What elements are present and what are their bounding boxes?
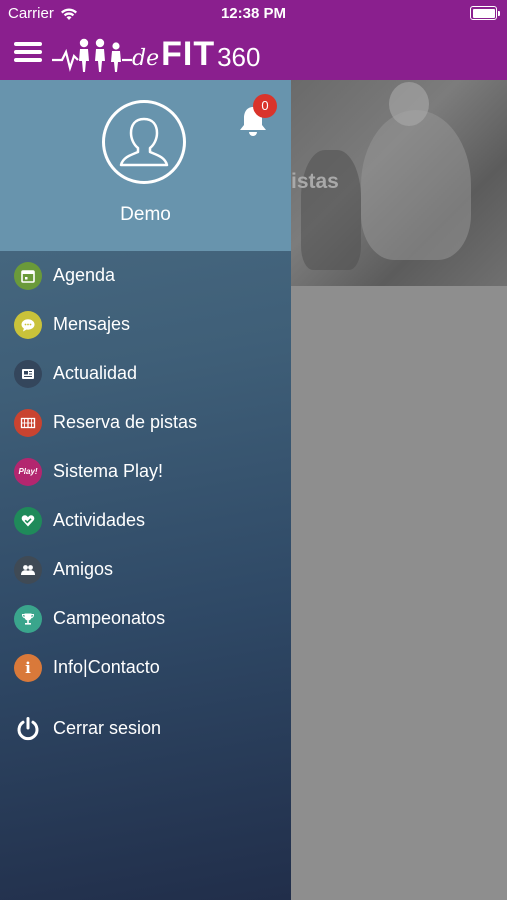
app-logo: de FIT 360 bbox=[52, 34, 260, 74]
menu-item-label: Actualidad bbox=[53, 363, 138, 383]
friends-icon bbox=[14, 555, 42, 584]
menu-item-mensajes[interactable]: Mensajes bbox=[0, 300, 291, 349]
menu-item-label: Sistema Play! bbox=[53, 461, 164, 481]
background-banner-text: istas bbox=[291, 170, 339, 193]
battery-icon bbox=[470, 6, 500, 20]
info-icon: i bbox=[14, 653, 42, 682]
play-icon-text: Play! bbox=[18, 467, 38, 476]
background-content[interactable]: istas bbox=[291, 80, 507, 900]
menu-item-actualidad[interactable]: Actualidad bbox=[0, 349, 291, 398]
menu-item-label: Mensajes bbox=[53, 314, 131, 334]
power-icon bbox=[14, 715, 42, 743]
menu-item-label: Campeonatos bbox=[53, 608, 166, 628]
trophy-icon bbox=[14, 604, 42, 633]
menu-item-label: Actividades bbox=[53, 510, 146, 530]
drawer-header: Demo 0 bbox=[0, 80, 291, 251]
menu-item-amigos[interactable]: Amigos bbox=[0, 545, 291, 594]
menu-item-label: Info|Contacto bbox=[53, 657, 160, 677]
menu-item-actividades[interactable]: Actividades bbox=[0, 496, 291, 545]
logo-figures-icon bbox=[52, 38, 132, 72]
menu-item-info-contacto[interactable]: i Info|Contacto bbox=[0, 643, 291, 692]
user-silhouette-icon bbox=[119, 117, 169, 167]
menu-item-reserva-de-pistas[interactable]: Reserva de pistas bbox=[0, 398, 291, 447]
logo-text-fit: FIT bbox=[161, 34, 216, 73]
status-bar: Carrier 12:38 PM bbox=[0, 0, 507, 28]
avatar[interactable] bbox=[102, 100, 186, 184]
background-banner: istas bbox=[291, 80, 507, 286]
court-icon bbox=[14, 408, 42, 437]
newspaper-icon bbox=[14, 359, 42, 388]
app-header: de FIT 360 bbox=[0, 28, 507, 80]
play-icon: Play! bbox=[14, 457, 42, 486]
logo-text-number: 360 bbox=[217, 41, 261, 72]
menu-item-sistema-play[interactable]: Play! Sistema Play! bbox=[0, 447, 291, 496]
side-drawer: Demo 0 Agenda Mensajes Actualidad Reserv… bbox=[0, 80, 291, 900]
menu-item-agenda[interactable]: Agenda bbox=[0, 251, 291, 300]
chat-icon bbox=[14, 310, 42, 339]
calendar-icon bbox=[14, 261, 42, 290]
status-time: 12:38 PM bbox=[220, 5, 287, 22]
menu-item-campeonatos[interactable]: Campeonatos bbox=[0, 594, 291, 643]
menu-toggle-button[interactable] bbox=[14, 40, 42, 64]
menu-item-label: Agenda bbox=[53, 265, 116, 285]
menu-item-label: Amigos bbox=[53, 559, 114, 579]
info-icon-text: i bbox=[25, 658, 31, 677]
heart-icon bbox=[14, 506, 42, 535]
logout-button[interactable]: Cerrar sesion bbox=[0, 704, 291, 753]
menu-item-label: Reserva de pistas bbox=[53, 412, 198, 432]
logout-label: Cerrar sesion bbox=[53, 718, 162, 738]
notification-count-badge: 0 bbox=[253, 94, 277, 118]
user-name: Demo bbox=[120, 204, 171, 225]
logo-text-de: de bbox=[132, 45, 160, 71]
